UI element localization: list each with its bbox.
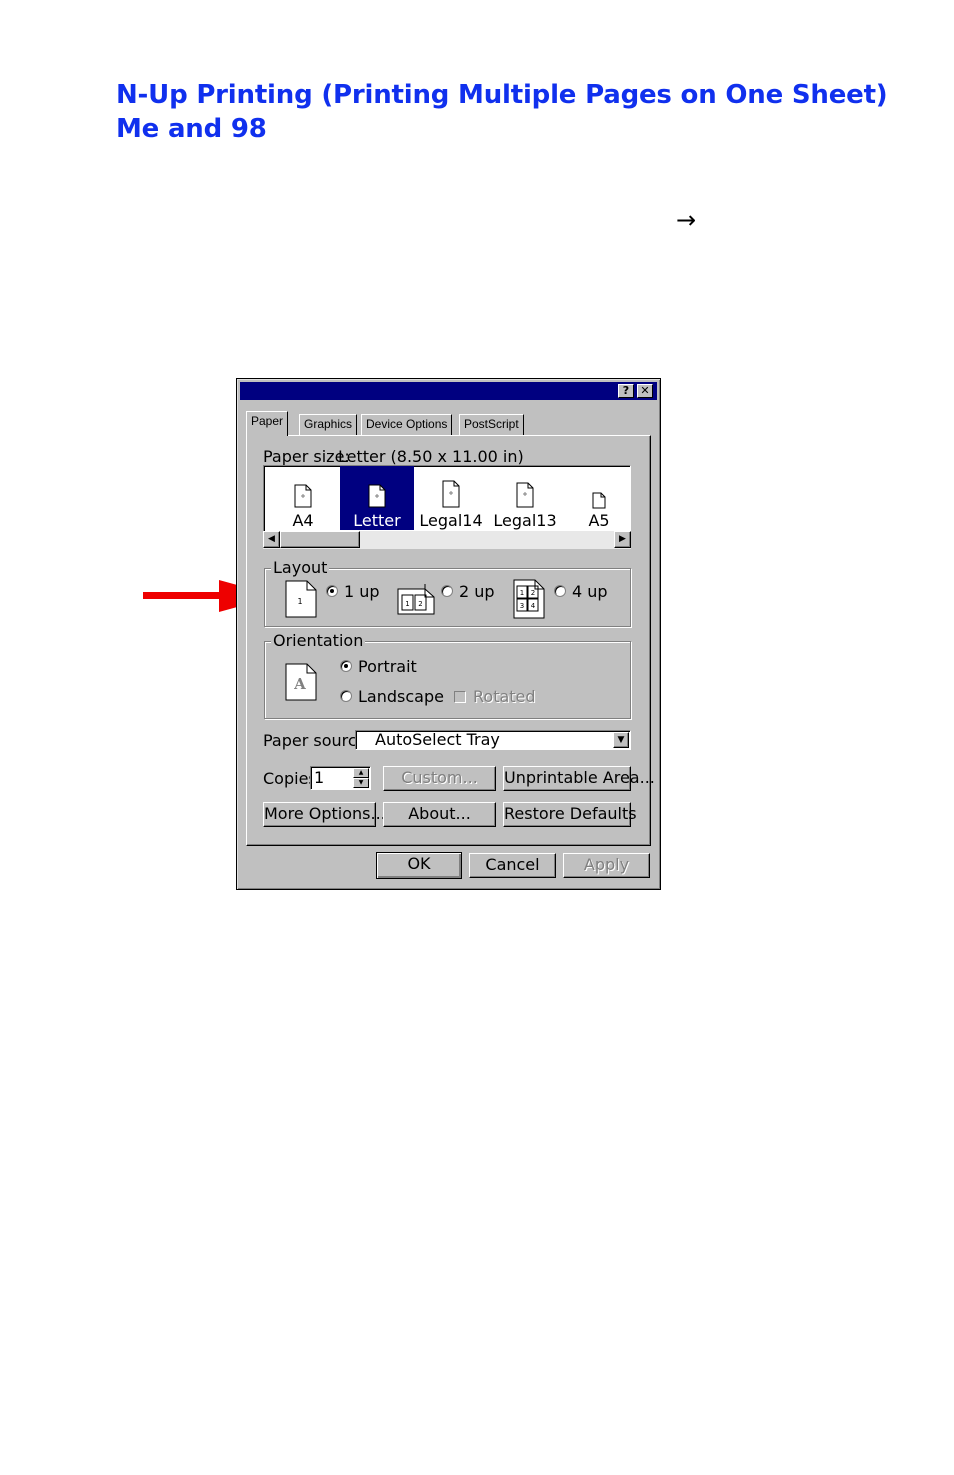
orientation-group (264, 641, 631, 719)
page-icon (294, 484, 312, 508)
layout-2up-radio[interactable] (441, 585, 453, 597)
scroll-left-icon[interactable]: ◀ (263, 531, 280, 548)
portrait-radio[interactable] (340, 660, 352, 672)
orientation-letter: A (293, 675, 306, 693)
layout-1up-label[interactable]: 1 up (344, 584, 380, 600)
tab-device-options[interactable]: Device Options (361, 414, 453, 435)
page-icon (442, 480, 460, 508)
more-options-button[interactable]: More Options... (263, 802, 386, 827)
dialog-titlebar[interactable]: ? ✕ (240, 382, 657, 400)
page-title-line-1: N-Up Printing (Printing Multiple Pages o… (116, 80, 888, 110)
landscape-radio[interactable] (340, 690, 352, 702)
paper-item-label: A5 (588, 511, 610, 530)
help-button[interactable]: ? (618, 384, 634, 398)
unprintable-area-button[interactable]: Unprintable Area... (503, 766, 655, 791)
layout-2up-label[interactable]: 2 up (459, 584, 495, 600)
spin-up-icon[interactable]: ▲ (353, 768, 369, 778)
portrait-label[interactable]: Portrait (358, 659, 417, 675)
layout-4up-radio[interactable] (554, 585, 566, 597)
layout-1up-radio[interactable] (326, 585, 338, 597)
apply-button[interactable]: Apply (563, 853, 650, 878)
paper-size-list[interactable]: A4 Letter Legal14 Legal13 A5 (263, 465, 631, 533)
four-up-digit: 3 (520, 602, 524, 610)
paper-source-select[interactable]: AutoSelect Tray ▼ (355, 730, 631, 750)
two-up-digit: 1 (405, 600, 409, 608)
tab-paper[interactable]: Paper (246, 411, 289, 436)
paper-size-label: Paper size: (263, 447, 350, 466)
scroll-right-icon[interactable]: ▶ (614, 531, 631, 548)
tab-graphics[interactable]: Graphics (299, 414, 358, 435)
one-up-digit: 1 (297, 597, 302, 606)
custom-button[interactable]: Custom... (383, 766, 496, 791)
paper-item-a5[interactable]: A5 (562, 466, 630, 530)
page-title: N-Up Printing (Printing Multiple Pages o… (116, 78, 888, 146)
four-up-digit: 4 (531, 602, 536, 610)
close-button[interactable]: ✕ (637, 384, 653, 398)
paper-list-scrollbar[interactable]: ◀ ▶ (263, 531, 631, 549)
paper-item-letter[interactable]: Letter (340, 466, 414, 530)
spin-down-icon[interactable]: ▼ (353, 778, 369, 788)
four-up-page-icon: 1 2 3 4 (513, 579, 545, 619)
rotated-checkbox[interactable] (454, 691, 466, 703)
paper-size-value: Letter (8.50 x 11.00 in) (338, 447, 524, 466)
cancel-button[interactable]: Cancel (469, 853, 556, 878)
about-button[interactable]: About... (383, 802, 496, 827)
paper-item-label: A4 (292, 511, 314, 530)
orientation-group-label: Orientation (271, 631, 366, 650)
portrait-orientation-icon: A (285, 663, 317, 701)
page-icon (368, 484, 386, 508)
four-up-digit: 2 (531, 589, 535, 597)
scroll-thumb[interactable] (280, 531, 360, 548)
restore-defaults-button[interactable]: Restore Defaults (503, 802, 637, 827)
page-title-line-2: Me and 98 (116, 114, 267, 144)
landscape-label[interactable]: Landscape (358, 689, 444, 705)
ok-button[interactable]: OK (376, 852, 462, 879)
one-up-page-icon: 1 (285, 580, 317, 618)
page-icon (592, 492, 606, 509)
paper-item-legal14[interactable]: Legal14 (414, 466, 488, 530)
menu-path-arrow: → (676, 206, 697, 234)
copies-spinner[interactable]: 1 ▲ ▼ (310, 766, 371, 790)
paper-source-value: AutoSelect Tray (375, 730, 500, 749)
two-up-digit: 2 (418, 600, 422, 608)
dropdown-arrow-icon[interactable]: ▼ (613, 732, 629, 748)
paper-item-a4[interactable]: A4 (266, 466, 340, 530)
paper-item-label: Legal14 (419, 511, 483, 530)
tab-postscript[interactable]: PostScript (459, 414, 524, 435)
copies-value[interactable]: 1 (314, 770, 324, 786)
four-up-digit: 1 (520, 589, 524, 597)
paper-item-label: Letter (353, 511, 401, 530)
layout-4up-label[interactable]: 4 up (572, 584, 608, 600)
paper-item-legal13[interactable]: Legal13 (488, 466, 562, 530)
rotated-label: Rotated (473, 687, 536, 706)
page-icon (516, 482, 534, 508)
paper-item-label: Legal13 (493, 511, 557, 530)
layout-group-label: Layout (271, 558, 330, 577)
two-up-page-icon: 1 2 (397, 584, 435, 615)
